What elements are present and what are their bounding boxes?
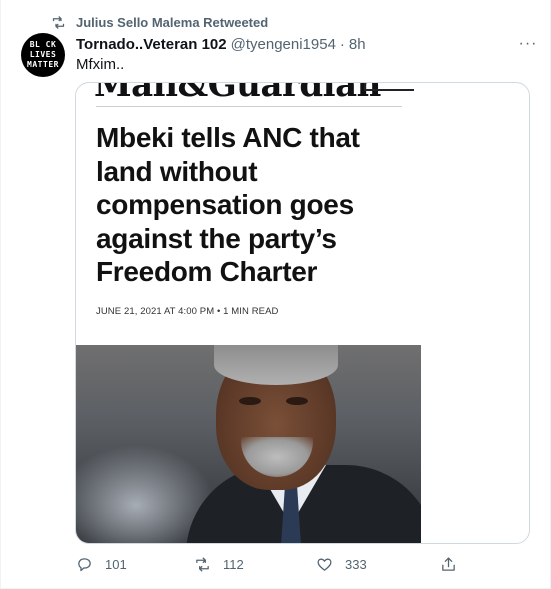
like-count: 333 <box>345 556 367 572</box>
share-icon <box>442 556 455 571</box>
article-dateline: JUNE 21, 2021 AT 4:00 PM • 1 MIN READ <box>96 306 279 317</box>
article-headline: Mbeki tells ANC that land without compen… <box>96 122 360 287</box>
portrait-photo <box>76 345 421 543</box>
heart-icon <box>317 558 332 571</box>
photo-eye-right <box>286 397 308 405</box>
masthead-logo: Mail&Guardian <box>94 83 381 105</box>
author-handle[interactable]: @tyengeni1954 <box>231 36 336 53</box>
reply-count: 101 <box>105 556 127 572</box>
more-icon: ··· <box>518 35 538 52</box>
avatar[interactable]: BL CK LIVES MATTER <box>21 33 65 77</box>
retweet-count: 112 <box>223 556 244 572</box>
masthead-divider <box>96 106 402 107</box>
author-name[interactable]: Tornado..Veteran 102 <box>76 36 227 53</box>
tweet-header: Tornado..Veteran 102 @tyengeni1954 · 8h <box>76 34 534 54</box>
tweet-actions: 101 112 333 <box>76 552 466 576</box>
reply-button[interactable]: 101 <box>76 552 127 576</box>
reply-icon <box>78 557 91 571</box>
retweet-button[interactable]: 112 <box>194 552 244 576</box>
avatar-text-line-1: BL CK <box>29 40 57 49</box>
photo-hair <box>214 345 338 385</box>
avatar-text-line-3: MATTER <box>27 60 59 69</box>
separator-dot: · <box>339 35 345 53</box>
like-button[interactable]: 333 <box>316 552 367 576</box>
tweet-media[interactable]: Mail&Guardian Mbeki tells ANC that land … <box>75 82 530 544</box>
retweet-context[interactable]: Julius Sello Malema Retweeted <box>51 12 268 32</box>
share-button[interactable] <box>440 552 457 576</box>
retweet-icon <box>52 15 65 29</box>
tweet[interactable]: Julius Sello Malema Retweeted BL CK LIVE… <box>0 0 551 589</box>
retweeted-by-label: Julius Sello Malema Retweeted <box>76 14 269 30</box>
newspaper-masthead: Mail&Guardian <box>94 83 414 105</box>
photo-eye-left <box>239 397 261 405</box>
more-options-button[interactable]: ··· <box>518 34 538 54</box>
tweet-text: Mfxim.. <box>76 56 125 73</box>
tweet-time[interactable]: 8h <box>349 36 366 53</box>
avatar-text-line-2: LIVES <box>29 50 57 59</box>
retweet-icon <box>196 556 209 572</box>
masthead-box <box>364 83 414 91</box>
